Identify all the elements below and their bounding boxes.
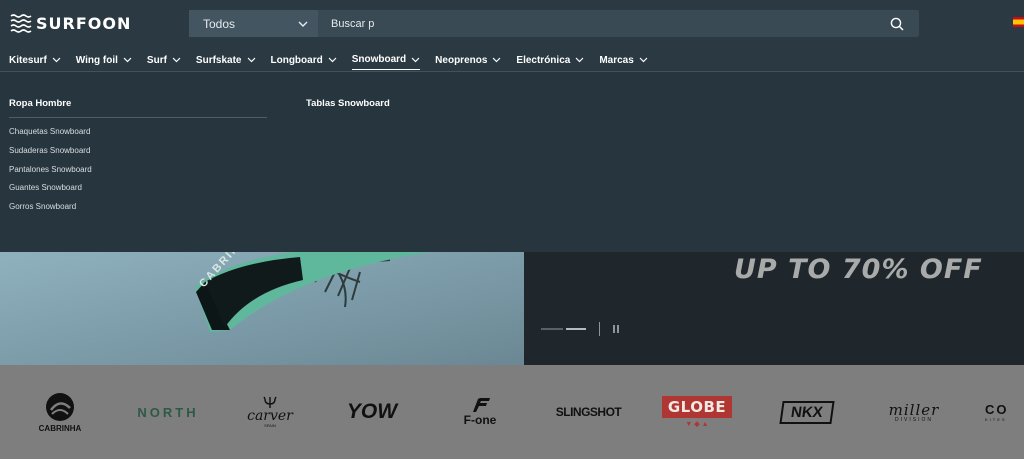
nav-item-surfskate[interactable]: Surfskate	[196, 50, 256, 70]
slider-dot-2[interactable]	[566, 328, 586, 330]
nav-item-label: Longboard	[270, 54, 323, 66]
site-logo[interactable]: SURFOON	[10, 13, 131, 33]
menu-column-ropa-hombre: Ropa Hombre Chaquetas Snowboard Sudadera…	[9, 98, 267, 217]
cabrinha-logo-icon	[46, 392, 74, 421]
globe-mark-icon: ▼ ◆ ▲	[685, 421, 709, 428]
chevron-down-icon	[411, 57, 420, 62]
logo-text: SURFOON	[36, 13, 132, 33]
brand-subtext: DIVISION	[895, 417, 933, 423]
brand-name: GLOBE	[661, 396, 733, 418]
brand-name: NKX	[779, 400, 834, 424]
waves-icon	[10, 14, 32, 33]
chevron-down-icon	[52, 57, 61, 63]
brand-subtext: SPAIN	[264, 423, 276, 428]
brand-name: carver	[247, 408, 293, 424]
nav-item-label: Snowboard	[351, 54, 407, 65]
category-select[interactable]: Todos	[189, 10, 318, 37]
page: SURFOON Todos Kitesurf	[0, 0, 1024, 459]
nav-item-label: Electrónica	[516, 54, 571, 66]
search-button[interactable]	[875, 10, 919, 37]
hero-image: CABRINHA	[0, 252, 524, 365]
brand-slingshot[interactable]: SLINGSHOT	[550, 365, 627, 459]
brand-nkx[interactable]: NKX	[775, 365, 838, 459]
nav-item-surf[interactable]: Surf	[147, 50, 181, 70]
chevron-down-icon	[575, 57, 584, 63]
menu-link-chaquetas[interactable]: Chaquetas Snowboard	[9, 123, 267, 142]
slider-dot-1[interactable]	[541, 328, 563, 330]
chevron-down-icon	[328, 57, 337, 63]
brand-miller[interactable]: miller DIVISION	[874, 365, 954, 459]
brand-name: CO	[985, 402, 1009, 417]
brand-north[interactable]: NORTH	[135, 365, 201, 459]
nav-item-kitesurf[interactable]: Kitesurf	[9, 50, 61, 70]
menu-link-list: Chaquetas Snowboard Sudaderas Snowboard …	[9, 123, 267, 217]
brand-name: NORTH	[137, 404, 199, 420]
menu-link-guantes[interactable]: Guantes Snowboard	[9, 179, 267, 198]
chevron-down-icon	[298, 21, 308, 27]
brand-cabrinha[interactable]: CABRINHA	[32, 365, 88, 459]
brand-carver[interactable]: carver SPAIN	[244, 365, 296, 459]
chevron-down-icon	[172, 57, 181, 63]
chevron-down-icon	[492, 57, 501, 63]
hero-promo-panel: UP TO 70% OFF	[524, 252, 1024, 365]
nav-item-label: Surfskate	[195, 54, 242, 66]
brand-partial[interactable]: CO KITES	[985, 365, 1024, 459]
search-icon	[890, 17, 904, 31]
brand-name: CABRINHA	[38, 423, 82, 433]
nav-item-label: Wing foil	[75, 54, 118, 66]
chevron-down-icon	[123, 57, 132, 63]
brand-name: F-one	[463, 413, 497, 427]
main-nav: Kitesurf Wing foil Surf Surfskate Longbo…	[0, 50, 663, 70]
brand-subtext: KITES	[985, 417, 1007, 422]
nav-item-neoprenos[interactable]: Neoprenos	[435, 50, 501, 70]
slider-controls	[541, 322, 619, 336]
fone-f-icon	[473, 398, 490, 412]
nav-item-electronica[interactable]: Electrónica	[516, 50, 584, 70]
brand-globe[interactable]: GLOBE ▼ ◆ ▲	[658, 365, 736, 459]
spain-flag-icon[interactable]	[1013, 17, 1024, 27]
site-header: SURFOON Todos Kitesurf	[0, 0, 1024, 72]
brand-yow[interactable]: YOW	[340, 365, 404, 459]
slider-separator	[599, 322, 600, 336]
menu-column-title[interactable]: Tablas Snowboard	[306, 98, 390, 109]
nav-item-label: Neoprenos	[435, 54, 488, 66]
nav-item-marcas[interactable]: Marcas	[599, 50, 648, 70]
search-bar: Todos	[189, 10, 919, 37]
chevron-down-icon	[247, 57, 255, 63]
chevron-down-icon	[639, 57, 648, 63]
menu-column-tablas: Tablas Snowboard	[306, 98, 390, 109]
menu-link-sudaderas[interactable]: Sudaderas Snowboard	[9, 142, 267, 161]
brand-strip: CABRINHA NORTH carver SPAIN YOW F-one SL…	[0, 365, 1024, 459]
brand-fone[interactable]: F-one	[455, 365, 505, 459]
pause-icon[interactable]	[613, 325, 619, 333]
menu-column-title[interactable]: Ropa Hombre	[9, 98, 267, 118]
brand-name: SLINGSHOT	[555, 405, 622, 419]
nav-item-label: Surf	[146, 54, 167, 66]
nav-item-longboard[interactable]: Longboard	[271, 50, 337, 70]
kite-photo	[0, 252, 524, 365]
menu-link-pantalones[interactable]: Pantalones Snowboard	[9, 161, 267, 180]
category-select-value: Todos	[203, 16, 236, 31]
nav-item-label: Kitesurf	[9, 54, 47, 66]
snowboard-mega-menu: Ropa Hombre Chaquetas Snowboard Sudadera…	[0, 72, 1024, 252]
nav-item-wing-foil[interactable]: Wing foil	[76, 50, 132, 70]
search-input[interactable]	[318, 10, 875, 37]
promo-headline: UP TO 70% OFF	[734, 254, 983, 285]
brand-name: YOW	[346, 400, 398, 423]
nav-item-snowboard[interactable]: Snowboard	[351, 50, 421, 70]
nav-item-label: Marcas	[599, 54, 634, 66]
menu-link-gorros[interactable]: Gorros Snowboard	[9, 198, 267, 217]
hero-banner[interactable]: CABRINHA UP TO 70% OFF	[0, 252, 1024, 365]
